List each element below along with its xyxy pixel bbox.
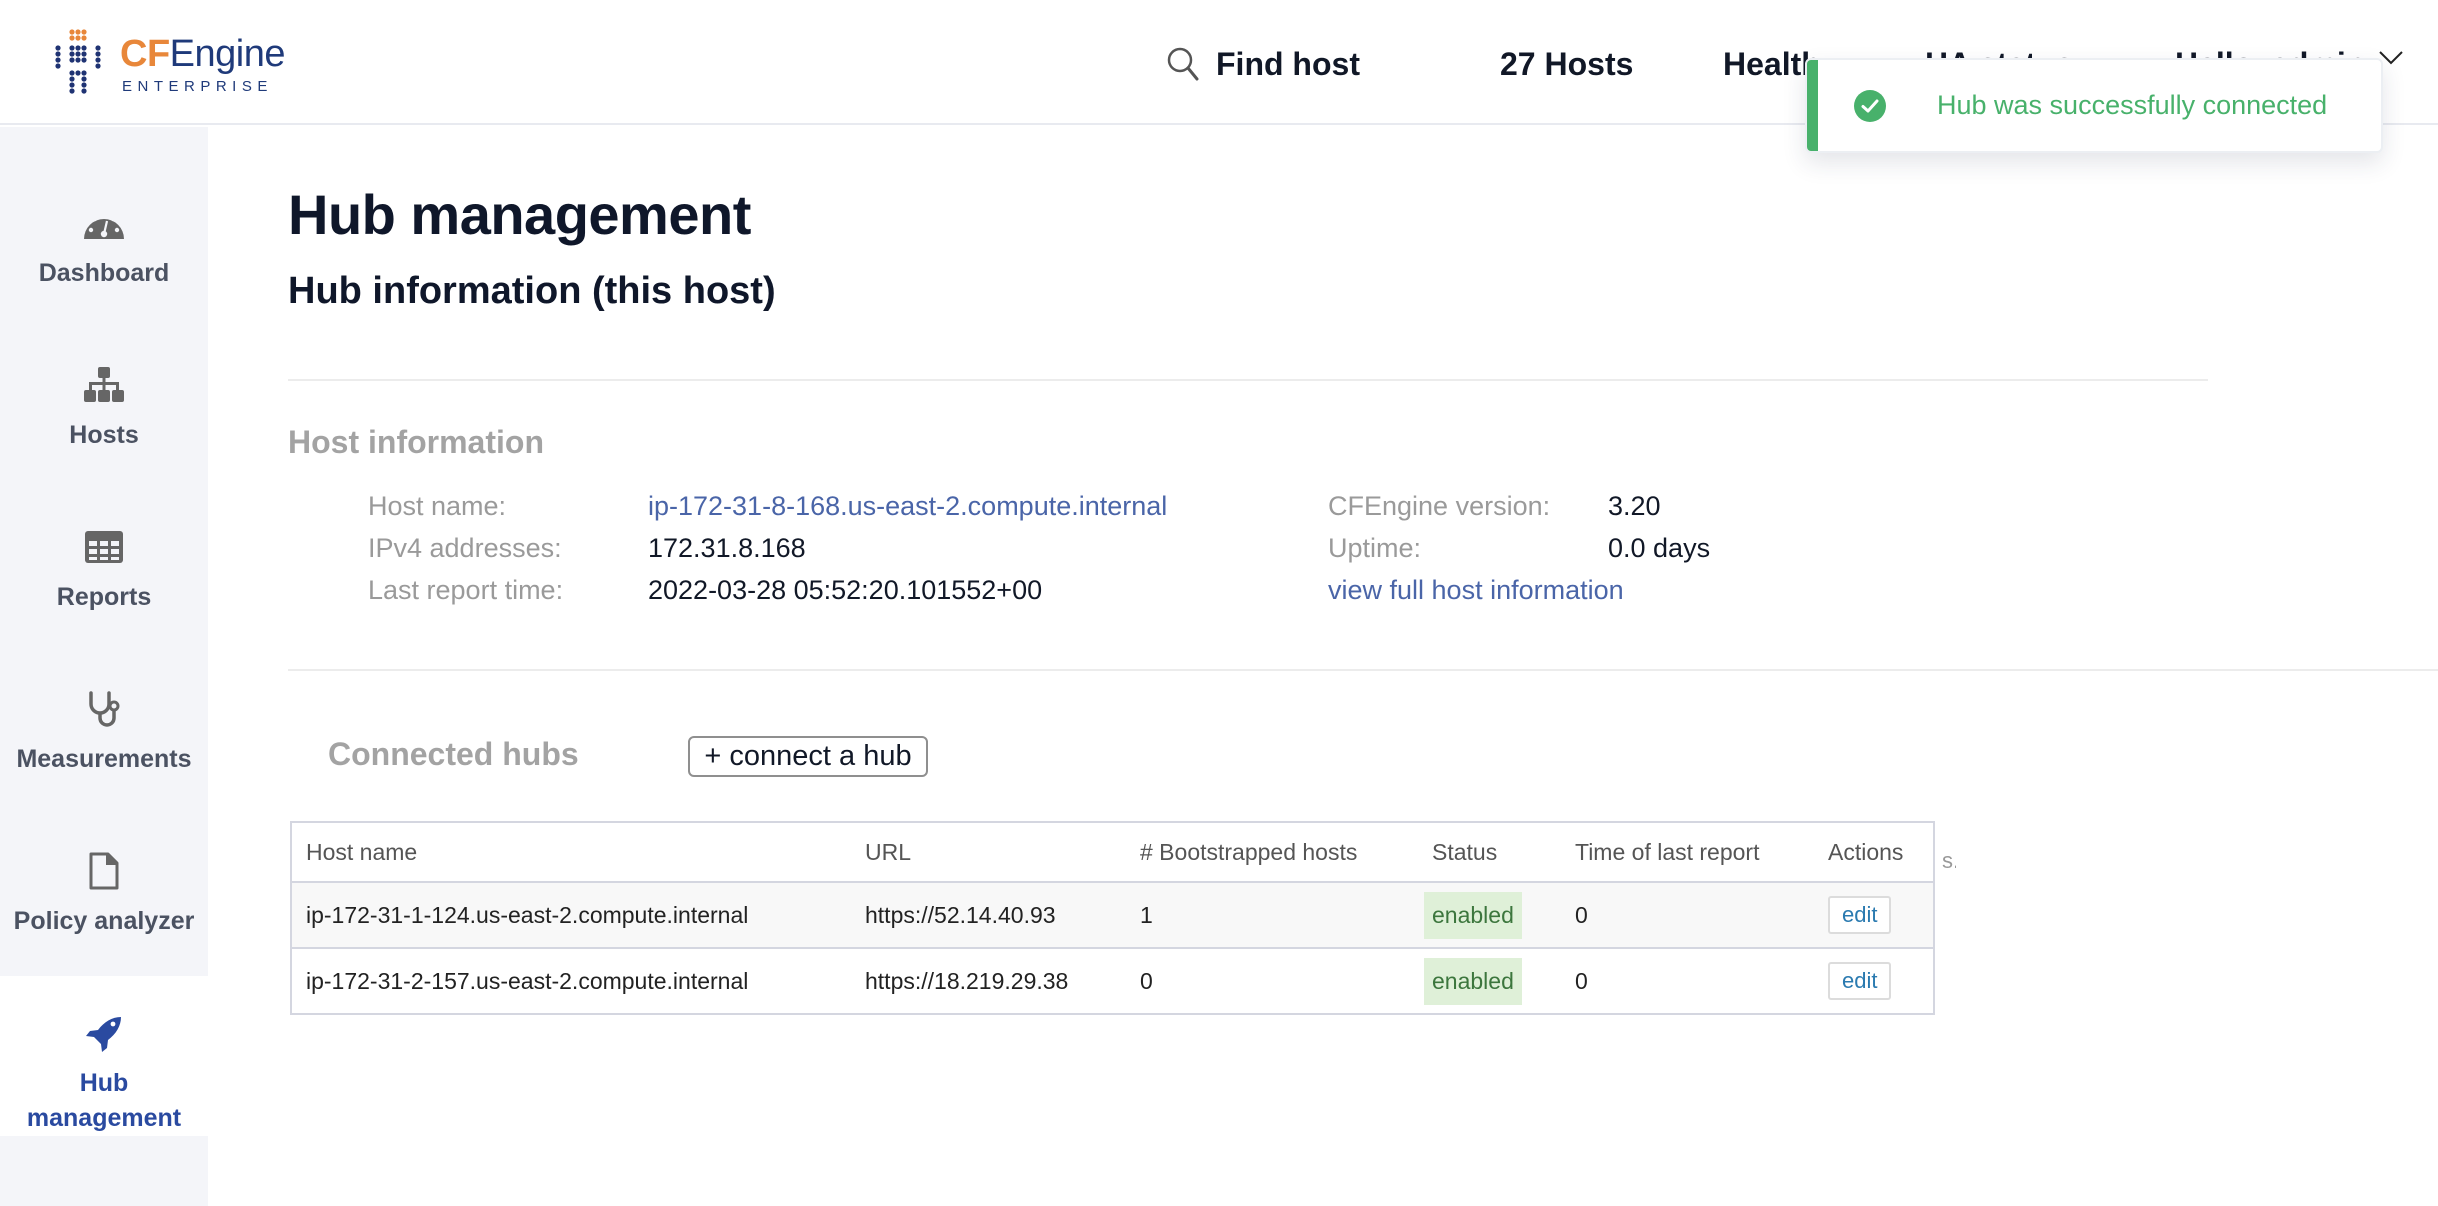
cfengine-logo[interactable]: CFEngine ENTERPRISE (54, 28, 285, 100)
cell-bootstrapped: 0 (1126, 948, 1418, 1015)
sidebar-item-measurements[interactable]: Measurements (0, 687, 208, 774)
column-header-host-name: Host name (291, 822, 851, 883)
sidebar-item-dashboard[interactable]: Dashboard (0, 201, 208, 288)
host-information-heading: Host information (288, 424, 544, 460)
sidebar-item-policy-analyzer[interactable]: Policy analyzer (0, 849, 208, 936)
edit-button[interactable]: edit (1828, 962, 1892, 1000)
view-full-host-info-link[interactable]: view full host information (1328, 569, 1624, 611)
sidebar-item-label: Reports (56, 583, 152, 611)
connect-hub-button[interactable]: + connect a hub (688, 736, 928, 777)
sidebar-item-label: Hub management (26, 1069, 182, 1132)
sidebar-item-label: Measurements (16, 745, 192, 773)
status-badge: enabled (1424, 891, 1522, 939)
uptime-value: 0.0 days (1608, 533, 1711, 563)
column-header-status: Status (1418, 822, 1561, 883)
section-divider (288, 669, 2438, 671)
cell-actions: edit (1814, 948, 1934, 1015)
host-info-labels-right: CFEngine version: Uptime: view full host… (1328, 485, 1624, 611)
column-header-url: URL (851, 822, 1126, 883)
connected-hubs-heading: Connected hubs (328, 736, 579, 772)
section-divider (288, 379, 2208, 381)
sidebar-item-label: Dashboard (38, 259, 170, 287)
find-host-button[interactable]: Find host (1166, 40, 1360, 88)
column-header-actions: Actions (1814, 822, 1934, 883)
find-host-label: Find host (1216, 45, 1360, 82)
cell-status: enabled (1418, 948, 1561, 1015)
column-header-bootstrapped: # Bootstrapped hosts (1126, 822, 1418, 883)
status-badge: enabled (1424, 957, 1522, 1005)
toast-message: Hub was successfully connected (1937, 90, 2328, 120)
sidebar-item-hosts[interactable]: Hosts (0, 363, 208, 450)
cell-url: https://52.14.40.93 (851, 882, 1126, 949)
clipped-text-fragment: s. (1942, 848, 1956, 873)
cell-host-name: ip-172-31-2-157.us-east-2.compute.intern… (291, 948, 851, 1015)
cell-last-report: 0 (1561, 948, 1814, 1015)
connected-hubs-table: Host name URL # Bootstrapped hosts Statu… (290, 821, 1935, 1015)
sidebar-item-label: Hosts (69, 421, 139, 449)
version-label: CFEngine version: (1328, 491, 1551, 521)
cell-status: enabled (1418, 882, 1561, 949)
logo-edition: ENTERPRISE (122, 77, 273, 95)
sidebar-item-label: Policy analyzer (13, 907, 195, 935)
host-info-values-right: 3.20 0.0 days (1608, 485, 1710, 569)
toast-accent-bar (1807, 60, 1818, 151)
last-report-label: Last report time: (368, 575, 564, 605)
measurements-stethoscope-icon (89, 691, 120, 727)
ipv4-value: 172.31.8.168 (648, 533, 806, 563)
table-row: ip-172-31-2-157.us-east-2.compute.intern… (291, 948, 1934, 1015)
table-row: ip-172-31-1-124.us-east-2.compute.intern… (291, 882, 1934, 949)
logo-engine-text: Engine (169, 32, 286, 75)
version-value: 3.20 (1608, 491, 1661, 521)
cfengine-logo-icon (55, 29, 101, 94)
ipv4-label: IPv4 addresses: (368, 533, 562, 563)
uptime-label: Uptime: (1328, 533, 1422, 563)
edit-button[interactable]: edit (1828, 896, 1892, 934)
reports-table-icon (85, 531, 123, 563)
hosts-count-link[interactable]: 27 Hosts (1500, 40, 1633, 88)
column-header-last-report: Time of last report (1561, 822, 1814, 883)
cell-host-name: ip-172-31-1-124.us-east-2.compute.intern… (291, 882, 851, 949)
sidebar-item-hub-management[interactable]: Hub management (0, 976, 208, 1136)
check-circle-icon (1854, 89, 1886, 122)
logo-cf-text: CF (120, 32, 170, 75)
host-info-values-left: ip-172-31-8-168.us-east-2.compute.intern… (648, 485, 1167, 611)
dashboard-gauge-icon (84, 211, 124, 239)
hub-rocket-icon (86, 1017, 121, 1052)
host-info-labels-left: Host name: IPv4 addresses: Last report t… (368, 485, 563, 611)
hosts-sitemap-icon (84, 367, 124, 402)
cell-bootstrapped: 1 (1126, 882, 1418, 949)
host-name-label: Host name: (368, 491, 507, 521)
logo-brand: CFEngine (120, 34, 285, 74)
page-title: Hub management (288, 183, 751, 246)
sidebar: Dashboard Hosts Reports Measurements Pol… (0, 127, 208, 1206)
cell-actions: edit (1814, 882, 1934, 949)
policy-file-icon (89, 852, 119, 890)
table-header-row: Host name URL # Bootstrapped hosts Statu… (291, 822, 1934, 883)
search-icon (1167, 47, 1199, 81)
host-name-link[interactable]: ip-172-31-8-168.us-east-2.compute.intern… (648, 485, 1167, 527)
sidebar-item-reports[interactable]: Reports (0, 525, 208, 612)
page-subtitle: Hub information (this host) (288, 270, 776, 312)
last-report-value: 2022-03-28 05:52:20.101552+00 (648, 575, 1043, 605)
cell-url: https://18.219.29.38 (851, 948, 1126, 1015)
cell-last-report: 0 (1561, 882, 1814, 949)
success-toast: Hub was successfully connected (1805, 58, 2383, 153)
